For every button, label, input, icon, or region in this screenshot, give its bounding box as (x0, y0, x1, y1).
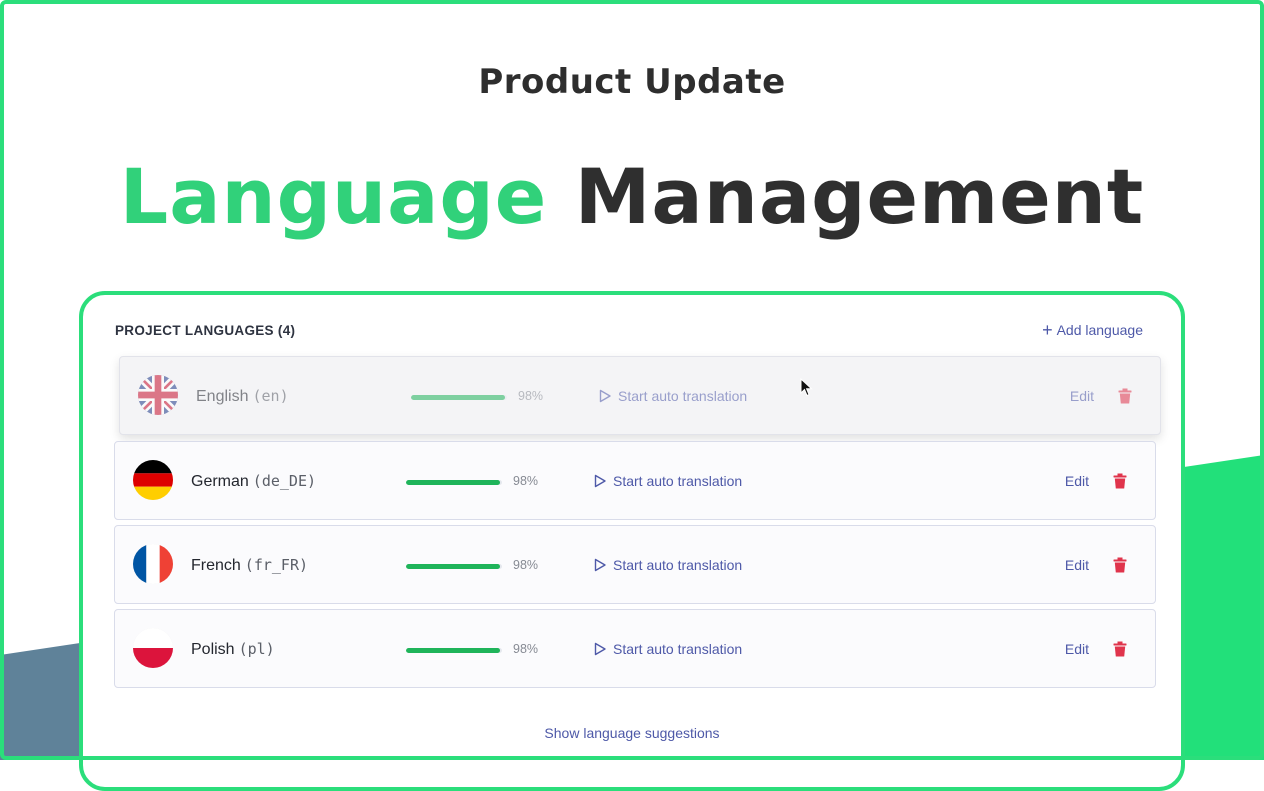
edit-button[interactable]: Edit (1065, 557, 1089, 573)
add-language-button[interactable]: + Add language (1042, 320, 1143, 340)
language-code: (de_DE) (252, 472, 317, 490)
translation-progress-bar (406, 564, 502, 569)
headline-rest: Management (574, 152, 1145, 241)
progress-fill (406, 564, 501, 569)
language-row-polish[interactable]: Polish (pl) 98% Start auto translation Ed… (114, 609, 1156, 688)
language-row-english[interactable]: English (en) 98% Start auto translation E… (119, 356, 1161, 435)
headline: Language Management (0, 152, 1264, 241)
language-name: English (en) (196, 387, 289, 405)
play-icon (594, 558, 606, 572)
progress-fill (411, 395, 506, 400)
progress-percent: 98% (513, 558, 539, 572)
start-auto-translation-button[interactable]: Start auto translation (593, 473, 742, 489)
headline-accent: Language (119, 152, 548, 241)
auto-translation-label: Start auto translation (613, 557, 743, 573)
start-auto-translation-button[interactable]: Start auto translation (593, 641, 742, 657)
translation-progress-bar (406, 648, 502, 653)
auto-translation-label: Start auto translation (618, 388, 748, 404)
trash-icon[interactable] (1118, 388, 1132, 404)
edit-button[interactable]: Edit (1070, 388, 1094, 404)
languages-panel: PROJECT LANGUAGES (4) + Add language Eng… (79, 291, 1185, 791)
poland-flag-icon (133, 628, 173, 668)
panel-title: PROJECT LANGUAGES (4) (115, 323, 296, 338)
france-flag-icon (133, 544, 173, 584)
start-auto-translation-button[interactable]: Start auto translation (593, 557, 742, 573)
language-row-german[interactable]: German (de_DE) 98% Start auto translation… (114, 441, 1156, 520)
language-name: German (de_DE) (191, 472, 317, 490)
eyebrow-title: Product Update (478, 62, 786, 102)
auto-translation-label: Start auto translation (613, 473, 743, 489)
play-icon (599, 389, 611, 403)
translation-progress-bar (411, 395, 507, 400)
play-icon (594, 642, 606, 656)
translation-progress-bar (406, 480, 502, 485)
edit-button[interactable]: Edit (1065, 641, 1089, 657)
trash-icon[interactable] (1113, 557, 1127, 573)
progress-percent: 98% (518, 389, 544, 403)
auto-translation-label: Start auto translation (613, 641, 743, 657)
germany-flag-icon (133, 460, 173, 500)
language-row-french[interactable]: French (fr_FR) 98% Start auto translation… (114, 525, 1156, 604)
language-name: French (fr_FR) (191, 556, 309, 574)
edit-button[interactable]: Edit (1065, 473, 1089, 489)
progress-fill (406, 480, 501, 485)
language-code: (fr_FR) (244, 556, 309, 574)
uk-flag-icon (138, 375, 178, 415)
mouse-cursor-icon (800, 378, 813, 397)
language-name: Polish (pl) (191, 640, 275, 658)
trash-icon[interactable] (1113, 473, 1127, 489)
progress-percent: 98% (513, 474, 539, 488)
progress-percent: 98% (513, 642, 539, 656)
start-auto-translation-button[interactable]: Start auto translation (598, 388, 747, 404)
progress-fill (406, 648, 501, 653)
language-code: (en) (252, 387, 289, 405)
trash-icon[interactable] (1113, 641, 1127, 657)
add-language-label: Add language (1056, 322, 1143, 338)
language-code: (pl) (238, 640, 275, 658)
show-language-suggestions-link[interactable]: Show language suggestions (83, 725, 1181, 741)
play-icon (594, 474, 606, 488)
plus-icon: + (1042, 320, 1053, 340)
